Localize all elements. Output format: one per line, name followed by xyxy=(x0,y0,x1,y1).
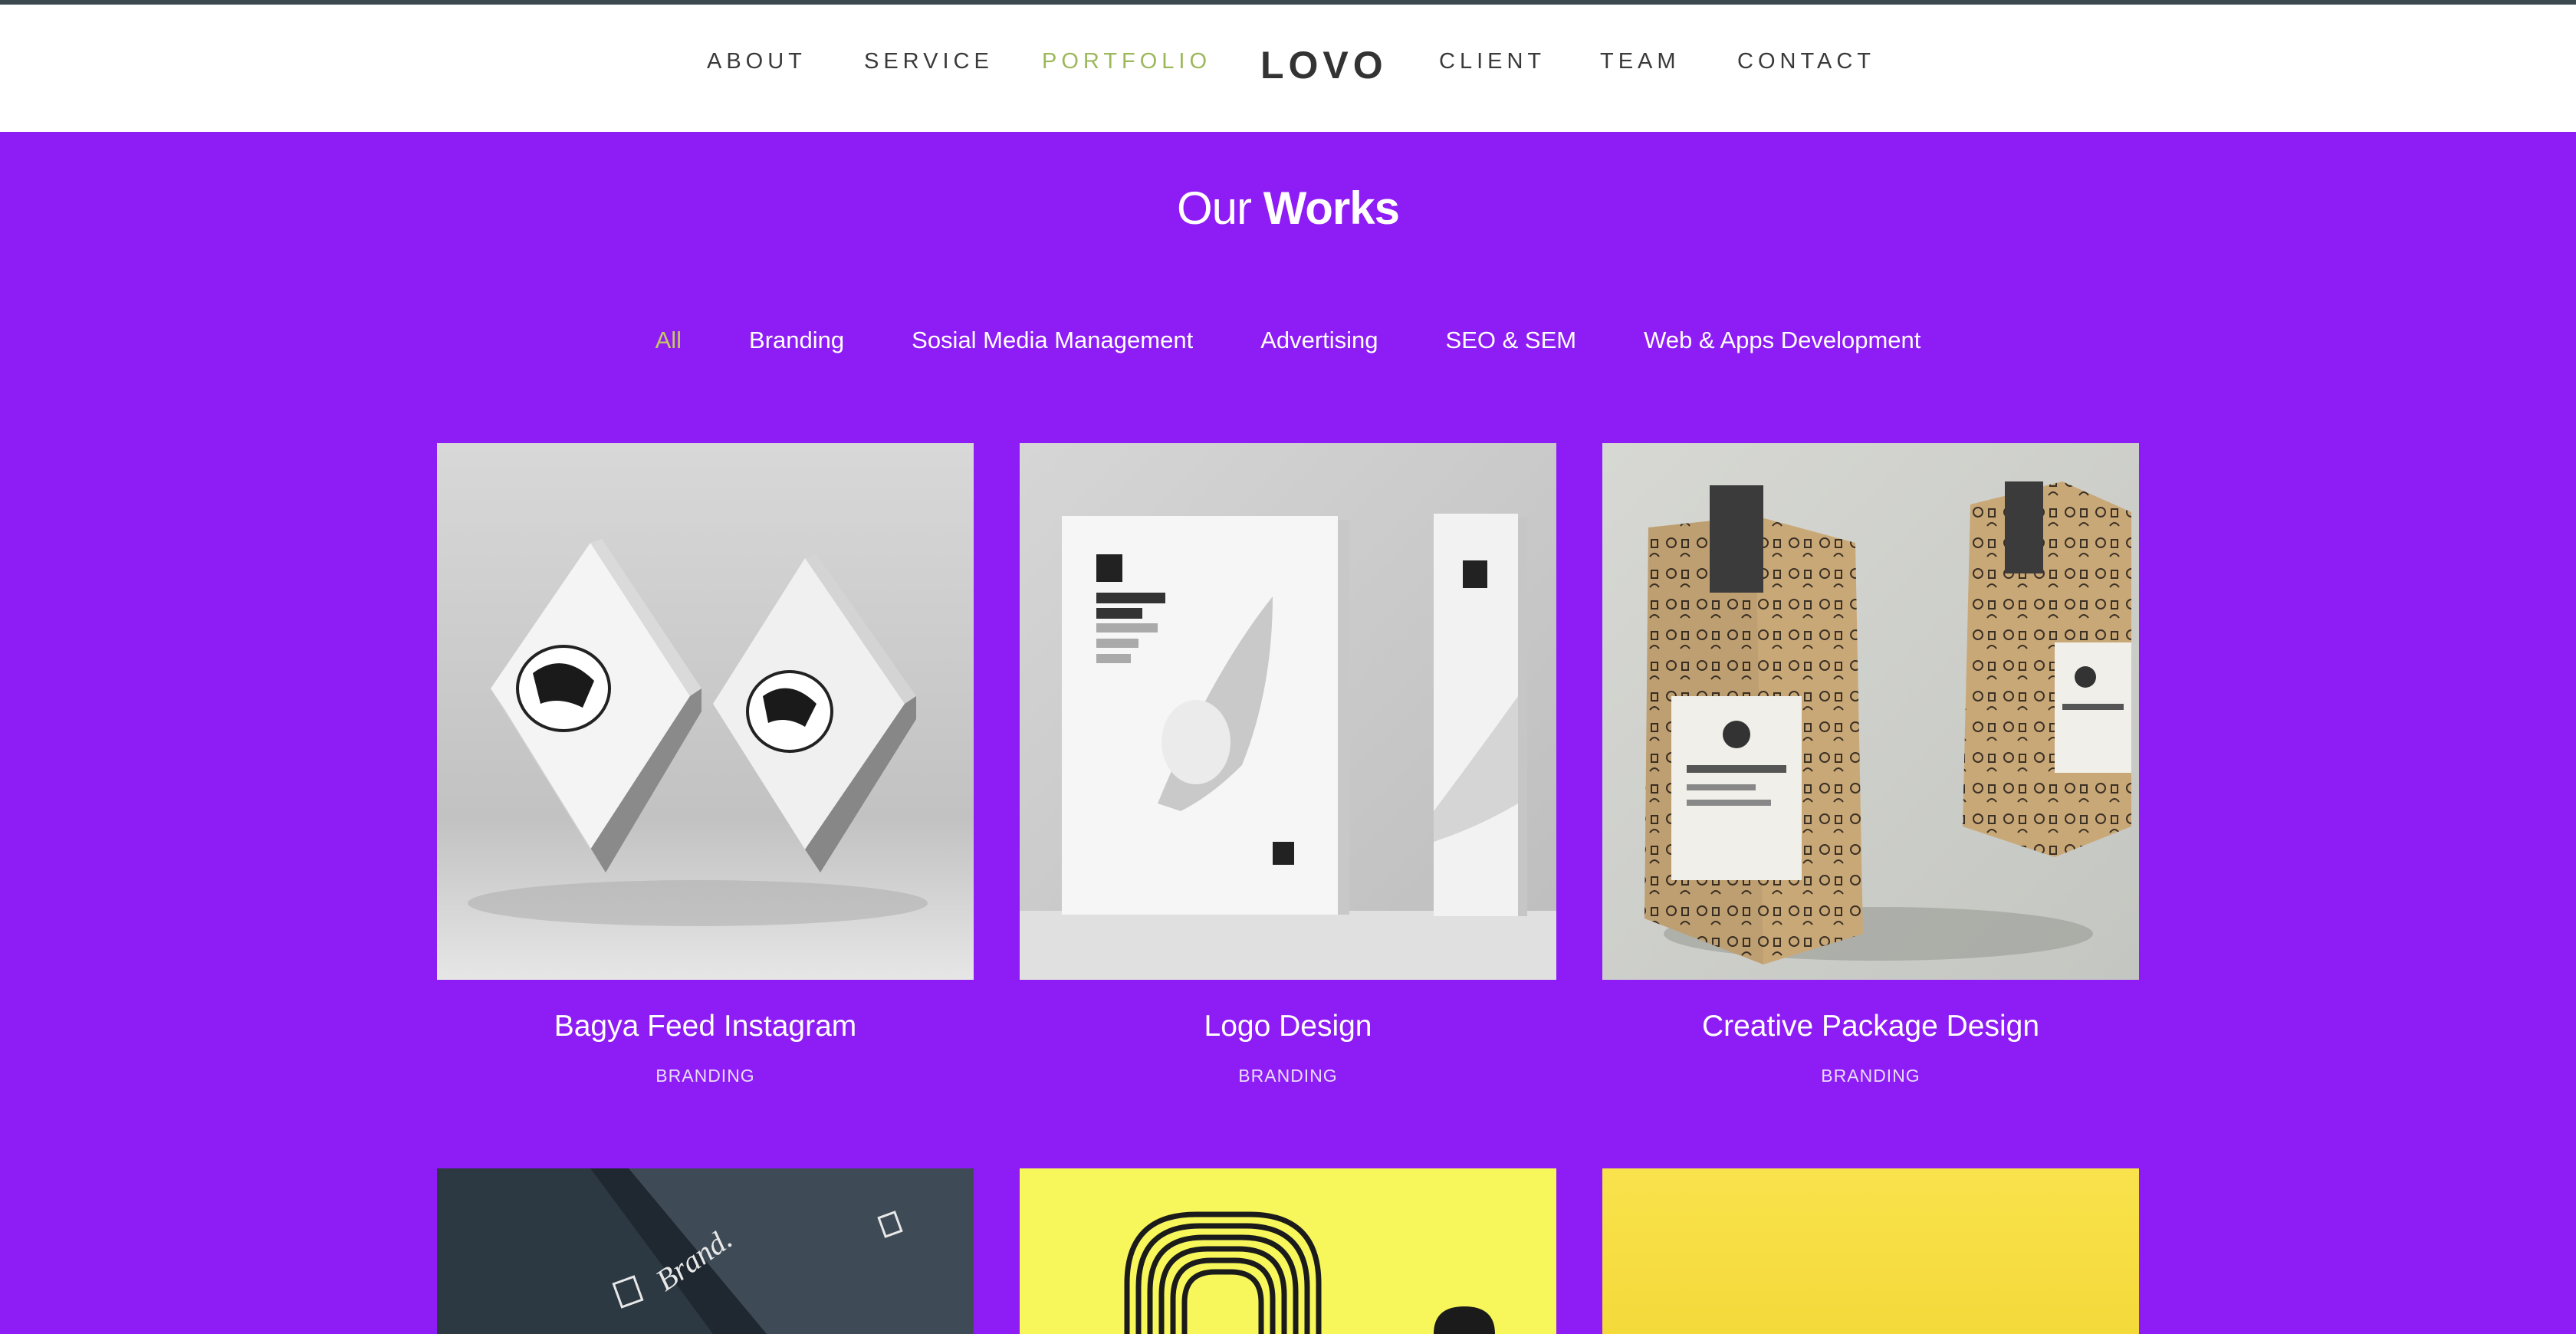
nav-about[interactable]: ABOUT xyxy=(707,44,807,78)
filter-web-apps-development[interactable]: Web & Apps Development xyxy=(1644,324,1921,357)
main-navbar: ABOUT SERVICE PORTFOLIO LOVO CLIENT TEAM… xyxy=(0,5,2576,132)
work-category: BRANDING xyxy=(1238,1066,1338,1086)
yellow-line-art-photo[interactable] xyxy=(1020,1168,1556,1334)
section-title: Our Works xyxy=(0,178,2576,239)
work-card[interactable] xyxy=(1020,1168,1556,1334)
filter-advertising[interactable]: Advertising xyxy=(1260,324,1378,357)
work-title[interactable]: Logo Design xyxy=(1020,1007,1556,1046)
work-card[interactable]: Brand. xyxy=(437,1168,974,1334)
portfolio-filter-bar: All Branding Sosial Media Management Adv… xyxy=(0,324,2576,357)
filter-all[interactable]: All xyxy=(656,324,682,357)
nav-contact[interactable]: CONTACT xyxy=(1737,44,1875,78)
nav-client[interactable]: CLIENT xyxy=(1439,44,1546,78)
yellow-solid-photo[interactable] xyxy=(1602,1168,2139,1334)
work-category: BRANDING xyxy=(1821,1066,1921,1086)
site-logo[interactable]: LOVO xyxy=(1260,40,1388,90)
section-title-bold: Works xyxy=(1263,182,1400,234)
dark-brand-box-photo[interactable]: Brand. xyxy=(437,1168,974,1334)
section-title-light: Our xyxy=(1177,182,1252,234)
work-title[interactable]: Bagya Feed Instagram xyxy=(437,1007,974,1046)
nav-service[interactable]: SERVICE xyxy=(864,44,994,78)
filter-seo-sem[interactable]: SEO & SEM xyxy=(1446,324,1577,357)
filter-branding[interactable]: Branding xyxy=(749,324,844,357)
works-section: Our Works All Branding Sosial Media Mana… xyxy=(0,132,2576,1334)
work-title[interactable]: Creative Package Design xyxy=(1602,1007,2139,1046)
kraft-coffee-bag-photo[interactable] xyxy=(1602,443,2139,980)
square-box-packaging-photo[interactable] xyxy=(437,443,974,980)
work-category: BRANDING xyxy=(656,1066,755,1086)
nav-portfolio[interactable]: PORTFOLIO xyxy=(1042,44,1211,78)
work-card[interactable] xyxy=(1602,1168,2139,1334)
product-box-mockup-photo[interactable] xyxy=(1020,443,1556,980)
nav-team[interactable]: TEAM xyxy=(1600,44,1681,78)
filter-social-media-management[interactable]: Sosial Media Management xyxy=(912,324,1193,357)
